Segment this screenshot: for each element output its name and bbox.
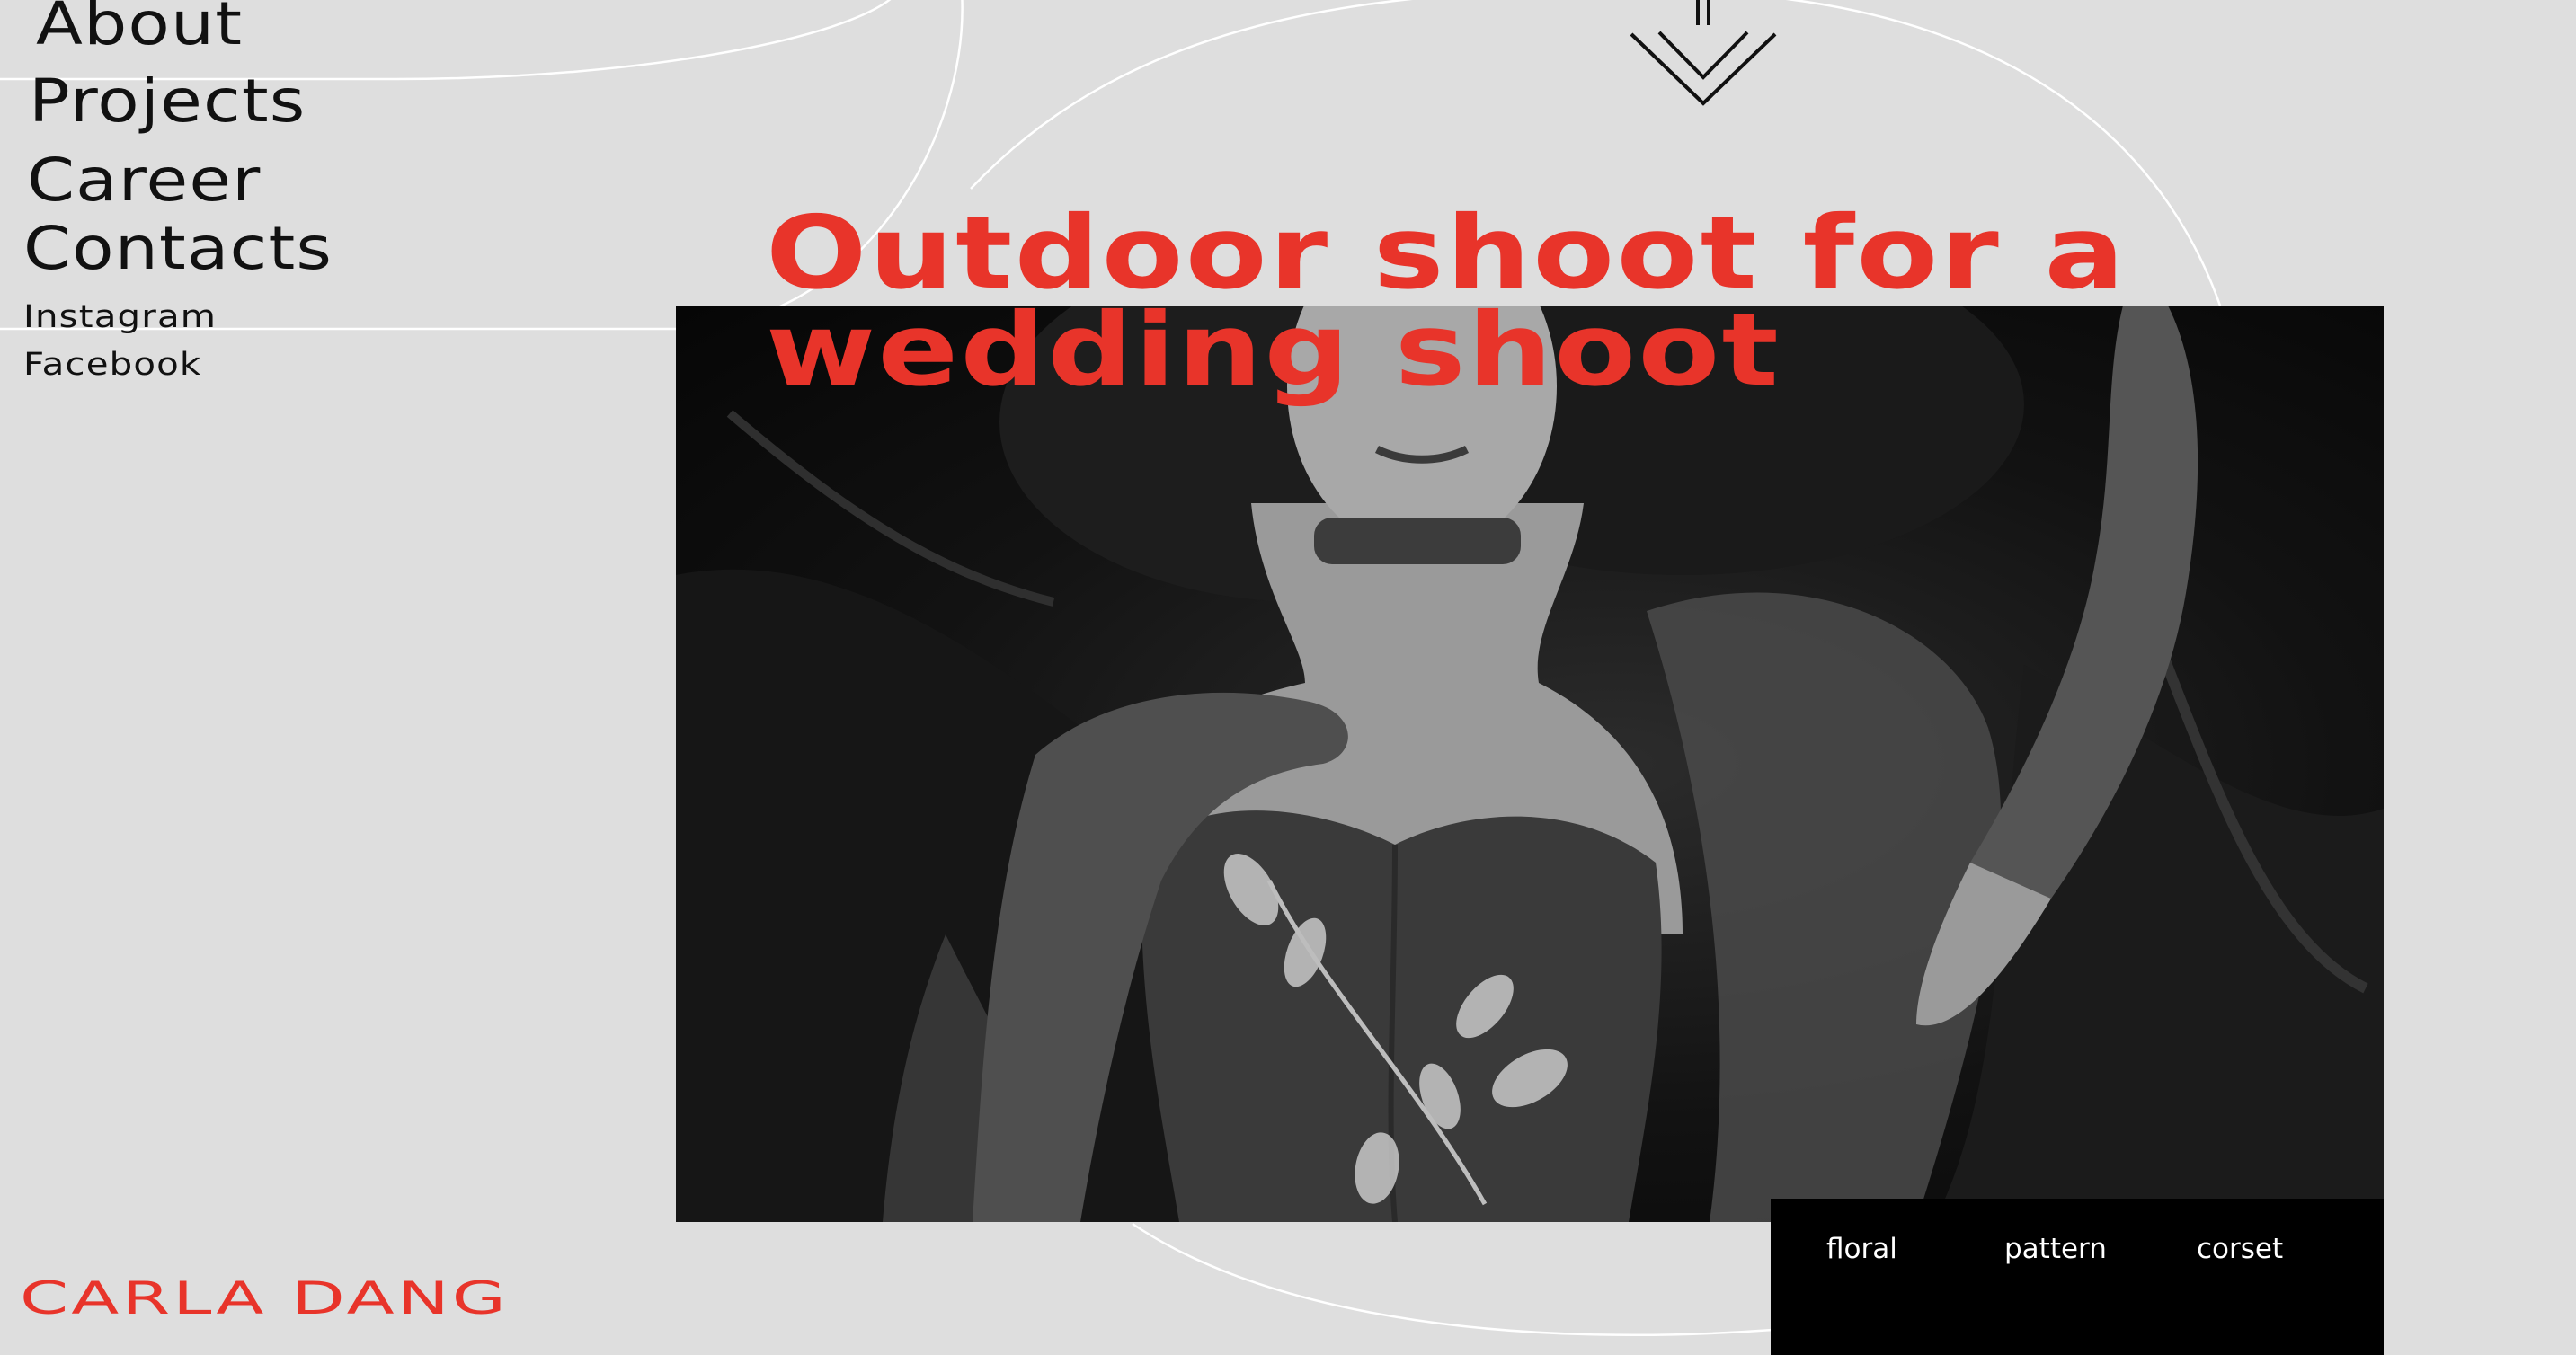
tag-floral[interactable]: floral [1826, 1233, 1897, 1265]
nav-link-projects[interactable]: Projects [29, 72, 306, 131]
nav-link-about[interactable]: About [36, 0, 243, 54]
brand-logo[interactable]: CARLA DANG [20, 1276, 509, 1321]
project-photo [676, 306, 2384, 1222]
social-link-instagram[interactable]: Instagram [23, 302, 217, 333]
nav-link-contacts[interactable]: Contacts [23, 219, 333, 279]
tag-bar: floral pattern corset [1771, 1199, 2384, 1355]
tag-pattern[interactable]: pattern [2004, 1233, 2107, 1265]
photo-illustration [676, 306, 2384, 1222]
social-link-facebook[interactable]: Facebook [23, 350, 201, 381]
project-title: Outdoor shoot for a wedding shoot [766, 195, 2127, 409]
tag-corset[interactable]: corset [2197, 1233, 2283, 1265]
project-title-line-1: Outdoor shoot for a [766, 195, 2127, 312]
project-title-line-2: wedding shoot [766, 292, 1781, 409]
nav-link-career[interactable]: Career [27, 151, 262, 210]
double-chevron-down-icon[interactable] [1627, 0, 1780, 108]
